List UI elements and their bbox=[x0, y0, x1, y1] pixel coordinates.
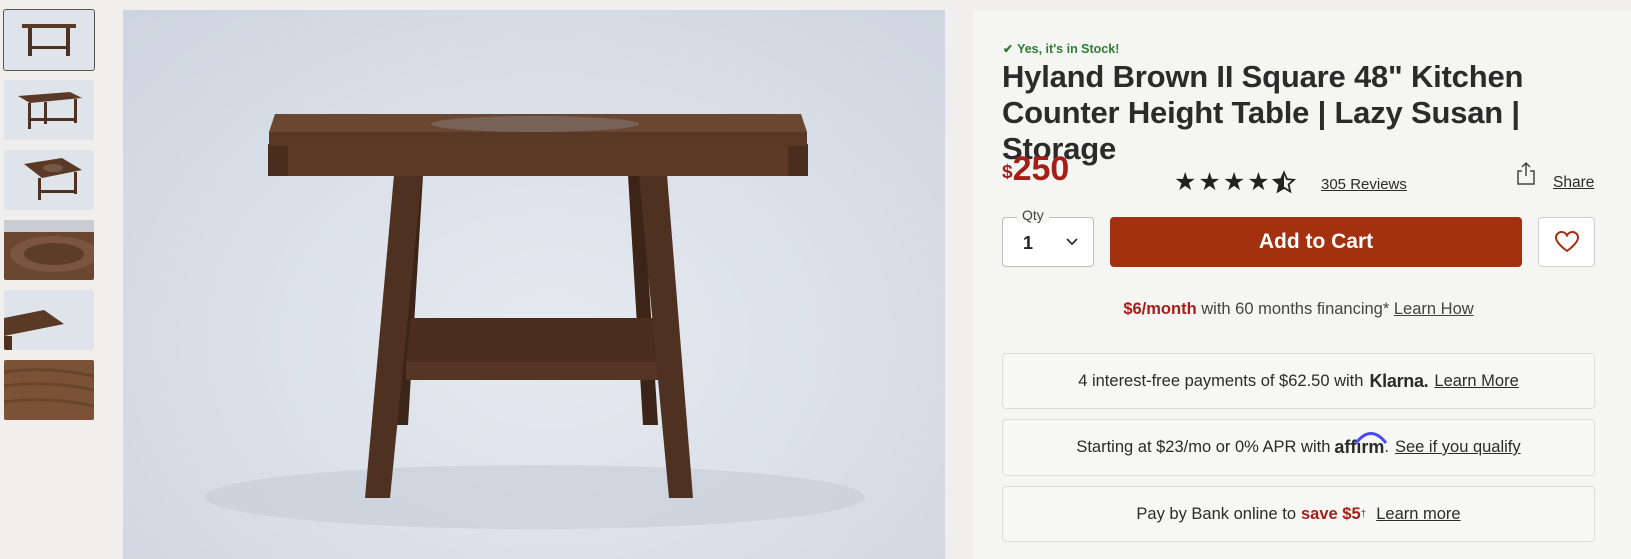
share-icon[interactable] bbox=[1516, 161, 1536, 186]
klarna-logo: Klarna. bbox=[1369, 370, 1429, 391]
financing-text: with 60 months financing* bbox=[1196, 300, 1394, 318]
chevron-down-icon bbox=[1066, 238, 1078, 246]
price-amount: 250 bbox=[1012, 150, 1070, 188]
thumb-front-view[interactable] bbox=[3, 9, 95, 71]
qty-value: 1 bbox=[1023, 233, 1034, 253]
affirm-text: Starting at $23/mo or 0% APR with bbox=[1076, 438, 1331, 456]
check-icon: ✔ bbox=[1003, 42, 1014, 56]
thumb-angle-view[interactable] bbox=[4, 80, 94, 140]
quantity-select[interactable]: Qty 1 bbox=[1002, 207, 1094, 267]
half-star-icon bbox=[1271, 169, 1296, 201]
main-product-image[interactable] bbox=[123, 10, 945, 559]
financing-monthly: $6/month bbox=[1123, 300, 1197, 318]
heart-icon bbox=[1554, 230, 1580, 253]
reviews-link[interactable]: 305 Reviews bbox=[1321, 176, 1407, 193]
star-rating[interactable]: ★ ★ ★ ★ bbox=[1174, 169, 1296, 201]
product-price: $ 250 bbox=[1002, 149, 1069, 189]
star-icon: ★ bbox=[1174, 168, 1197, 196]
thumb-lazy-susan-detail[interactable] bbox=[4, 220, 94, 280]
thumb-corner-detail[interactable] bbox=[4, 290, 94, 350]
wishlist-button[interactable] bbox=[1538, 217, 1595, 267]
bank-learn-more-link[interactable]: Learn more bbox=[1376, 505, 1460, 524]
thumbnail-list bbox=[3, 9, 95, 430]
pay-by-bank-box: Pay by Bank online to save $5 † Learn mor… bbox=[1002, 486, 1595, 542]
price-currency: $ bbox=[1002, 162, 1013, 183]
star-icon: ★ bbox=[1247, 168, 1270, 196]
bank-text: Pay by Bank online to bbox=[1136, 504, 1296, 523]
qty-label: Qty bbox=[1017, 207, 1049, 223]
affirm-qualify-link[interactable]: See if you qualify bbox=[1395, 438, 1521, 457]
thumb-wood-grain-detail[interactable] bbox=[4, 360, 94, 420]
thumb-top-angle-view[interactable] bbox=[4, 150, 94, 210]
stock-status: ✔ Yes, it's in Stock! bbox=[1003, 42, 1119, 56]
stock-status-text: Yes, it's in Stock! bbox=[1017, 42, 1120, 56]
product-title: Hyland Brown II Square 48" Kitchen Count… bbox=[1002, 59, 1524, 166]
affirm-box: Starting at $23/mo or 0% APR with affirm… bbox=[1002, 419, 1595, 476]
add-to-cart-button[interactable]: Add to Cart bbox=[1110, 217, 1522, 267]
star-icon: ★ bbox=[1222, 168, 1246, 196]
affirm-logo: affirm bbox=[1334, 432, 1388, 458]
affirm-arc-icon bbox=[1355, 432, 1388, 444]
klarna-text: 4 interest-free payments of $62.50 with bbox=[1078, 371, 1364, 390]
bank-save-text: save $5 bbox=[1301, 504, 1361, 523]
klarna-learn-more-link[interactable]: Learn More bbox=[1434, 372, 1518, 391]
klarna-box: 4 interest-free payments of $62.50 with … bbox=[1002, 353, 1595, 409]
share-link[interactable]: Share bbox=[1553, 174, 1594, 192]
financing-info: $6/month with 60 months financing* Learn… bbox=[1002, 300, 1595, 319]
product-info-panel: ✔ Yes, it's in Stock! Hyland Brown II Sq… bbox=[973, 10, 1631, 559]
star-icon: ★ bbox=[1198, 168, 1221, 196]
bank-dagger: † bbox=[1360, 508, 1367, 520]
financing-learn-how-link[interactable]: Learn How bbox=[1394, 300, 1474, 318]
